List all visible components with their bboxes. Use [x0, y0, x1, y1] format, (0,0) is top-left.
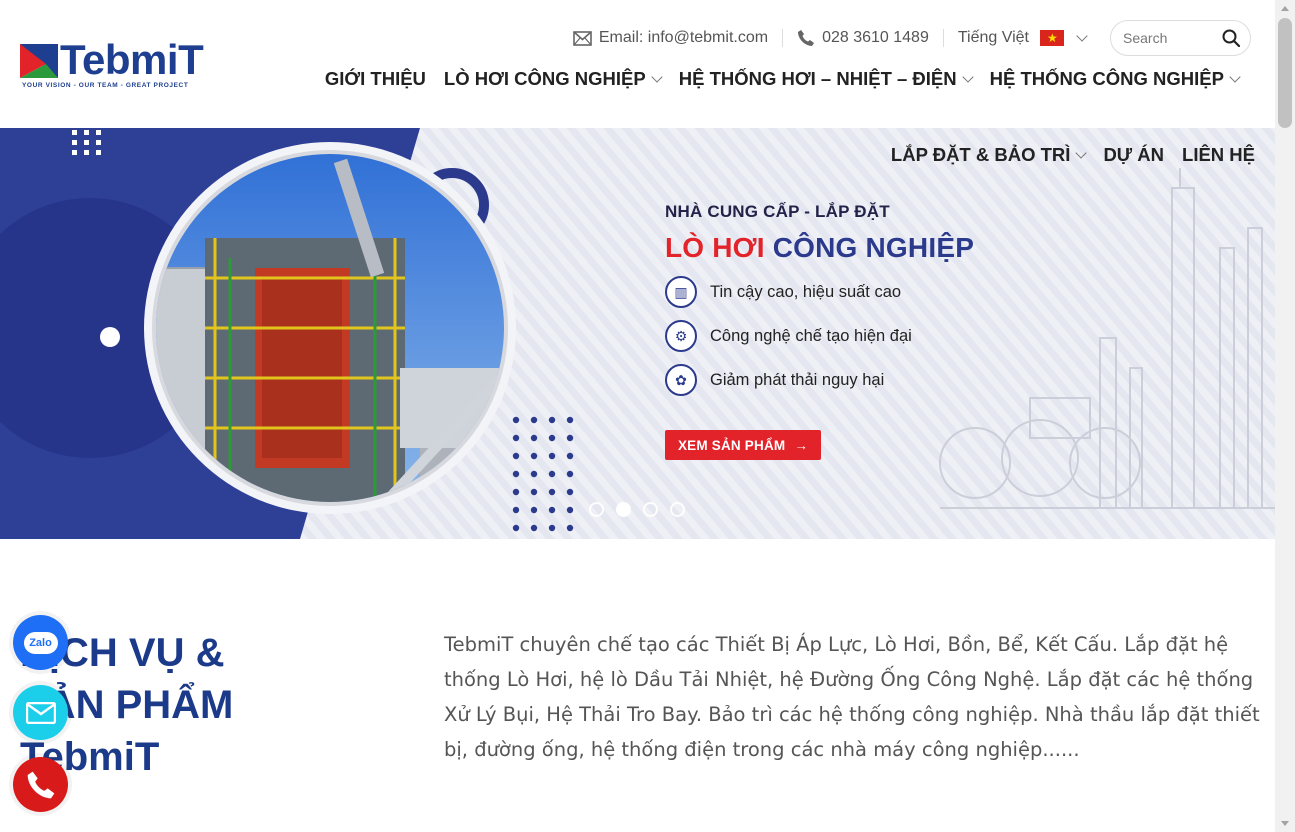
nav-item-lo-hoi[interactable]: LÒ HƠI CÔNG NGHIỆP	[443, 68, 663, 90]
secondary-nav: LẮP ĐẶT & BẢO TRÌ DỰ ÁN LIÊN HỆ	[873, 144, 1255, 166]
vietnam-flag-icon: ★	[1040, 30, 1064, 46]
hero-feature: ✿ Giảm phát thải nguy hại	[665, 364, 974, 396]
nav-item-lien-he[interactable]: LIÊN HỆ	[1182, 144, 1255, 166]
chevron-down-icon	[1076, 29, 1088, 42]
eco-icon: ✿	[665, 364, 697, 396]
phone-link[interactable]: 028 3610 1489	[797, 29, 929, 47]
slider-dots	[589, 502, 685, 517]
page-scrollbar[interactable]	[1275, 0, 1295, 832]
logo-tagline: YOUR VISION - OUR TEAM - GREAT PROJECT	[22, 82, 189, 89]
arrow-right-icon: →	[794, 437, 809, 453]
envelope-icon	[573, 30, 592, 46]
feature-text: Giảm phát thải nguy hại	[710, 370, 885, 389]
chevron-down-icon	[651, 70, 663, 83]
slider-dot[interactable]	[643, 502, 658, 517]
hero-text-block: NHÀ CUNG CẤP - LẮP ĐẶT LÒ HƠI CÔNG NGHIỆ…	[665, 202, 974, 396]
call-button[interactable]	[13, 757, 68, 812]
language-switcher[interactable]: Tiếng Việt ★	[957, 29, 1088, 47]
language-label: Tiếng Việt	[957, 29, 1029, 46]
hero-feature: ⚙ Công nghệ chế tạo hiện đại	[665, 320, 974, 352]
scroll-down-arrow-icon[interactable]	[1281, 821, 1289, 826]
zalo-chat-button[interactable]: Zalo	[13, 615, 68, 670]
feature-text: Tin cậy cao, hiệu suất cao	[710, 282, 902, 301]
view-products-button[interactable]: XEM SẢN PHẨM →	[665, 430, 821, 460]
divider	[942, 29, 944, 47]
hero-headline-red: LÒ HƠI	[665, 232, 765, 263]
email-link[interactable]: Email: info@tebmit.com	[573, 29, 768, 47]
gears-icon: ⚙	[665, 320, 697, 352]
mail-icon	[25, 701, 56, 724]
hero-headline-blue: CÔNG NGHIỆP	[772, 232, 975, 263]
email-contact-button[interactable]	[13, 685, 68, 740]
nav-item-du-an[interactable]: DỰ ÁN	[1103, 144, 1164, 166]
nav-item-label: LIÊN HỆ	[1182, 144, 1255, 165]
phone-call-icon	[27, 771, 54, 798]
nav-item-label: HỆ THỐNG CÔNG NGHIỆP	[989, 68, 1224, 89]
phone-icon	[798, 30, 815, 46]
scrollbar-thumb[interactable]	[1278, 18, 1292, 128]
tebmit-logo[interactable]: TebmiT YOUR VISION - OUR TEAM - GREAT PR…	[20, 36, 222, 92]
search-box[interactable]	[1110, 20, 1251, 56]
nav-item-label: DỰ ÁN	[1103, 144, 1165, 165]
boiler-icon: ▥	[665, 276, 697, 308]
slider-dot-active[interactable]	[616, 502, 631, 517]
site-header: TebmiT YOUR VISION - OUR TEAM - GREAT PR…	[0, 0, 1275, 128]
chevron-down-icon	[1229, 70, 1241, 83]
slider-dot[interactable]	[670, 502, 685, 517]
hero-slider[interactable]: LẮP ĐẶT & BẢO TRÌ DỰ ÁN LIÊN HỆ NHÀ CUNG…	[0, 128, 1275, 539]
hero-feature: ▥ Tin cậy cao, hiệu suất cao	[665, 276, 974, 308]
divider	[782, 29, 784, 47]
chevron-down-icon	[961, 70, 974, 83]
nav-item-label: LẮP ĐẶT & BẢO TRÌ	[890, 144, 1071, 165]
hero-headline: LÒ HƠI CÔNG NGHIỆP	[665, 232, 974, 264]
slider-dot[interactable]	[589, 502, 604, 517]
search-icon[interactable]	[1222, 29, 1240, 47]
email-label: Email: info@tebmit.com	[598, 29, 769, 46]
search-input[interactable]	[1123, 30, 1213, 46]
hero-kicker: NHÀ CUNG CẤP - LẮP ĐẶT	[665, 202, 890, 221]
zalo-icon: Zalo	[23, 631, 58, 654]
services-description: TebmiT chuyên chế tạo các Thiết Bị Áp Lự…	[444, 633, 1260, 761]
nav-item-label: HỆ THỐNG HƠI – NHIỆT – ĐIỆN	[678, 68, 957, 89]
nav-item-he-thong-hoi[interactable]: HỆ THỐNG HƠI – NHIỆT – ĐIỆN	[678, 68, 974, 90]
chevron-down-icon	[1075, 146, 1088, 159]
nav-item-label: GIỚI THIỆU	[324, 68, 426, 89]
scroll-up-arrow-icon[interactable]	[1281, 6, 1289, 11]
top-contact-bar: Email: info@tebmit.com 028 3610 1489 Tiế…	[573, 20, 1251, 56]
cta-label: XEM SẢN PHẨM	[677, 437, 786, 453]
main-nav: GIỚI THIỆU LÒ HƠI CÔNG NGHIỆP HỆ THỐNG H…	[307, 68, 1241, 90]
nav-item-label: LÒ HƠI CÔNG NGHIỆP	[443, 68, 646, 89]
hero-background-illustration	[0, 128, 1275, 539]
nav-item-he-thong-cong-nghiep[interactable]: HỆ THỐNG CÔNG NGHIỆP	[989, 68, 1241, 90]
logo-mark-icon	[20, 44, 58, 78]
nav-item-lap-dat-bao-tri[interactable]: LẮP ĐẶT & BẢO TRÌ	[890, 144, 1088, 166]
nav-item-gioi-thieu[interactable]: GIỚI THIỆU	[325, 68, 426, 90]
logo-wordmark: TebmiT	[60, 36, 204, 83]
phone-label: 028 3610 1489	[822, 29, 929, 46]
feature-text: Công nghệ chế tạo hiện đại	[710, 326, 912, 345]
